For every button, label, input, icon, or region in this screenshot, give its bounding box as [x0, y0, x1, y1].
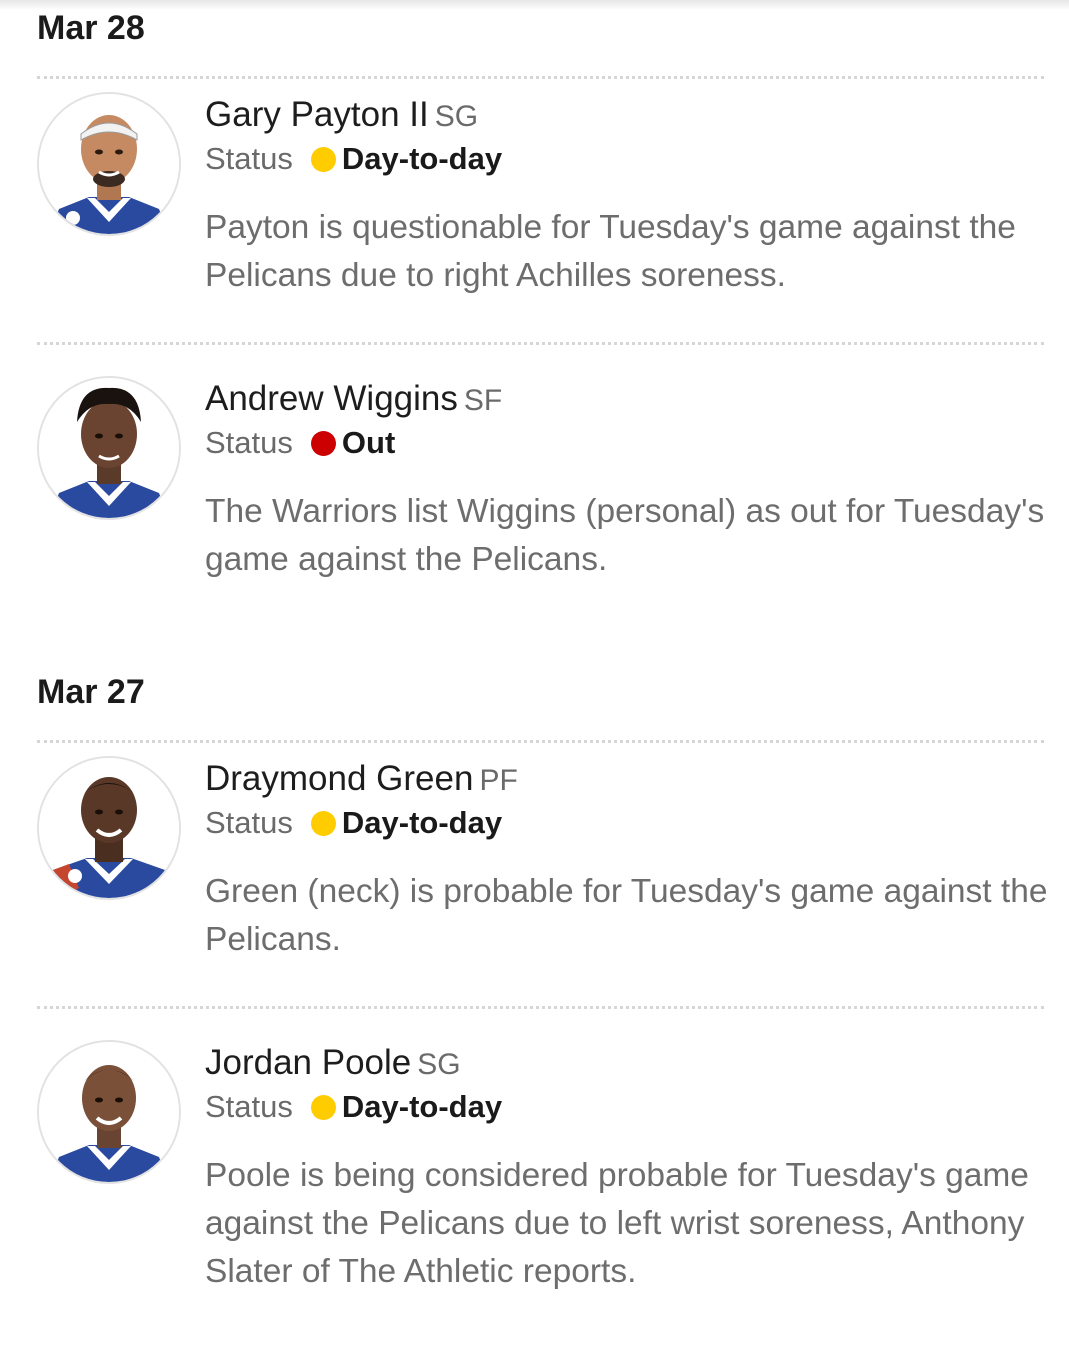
player-name[interactable]: Draymond Green	[205, 759, 473, 798]
status-line: Status Day-to-day	[205, 804, 502, 842]
injury-entry[interactable]: Draymond Green PF Status Day-to-day Green …	[37, 756, 1048, 1016]
status-dot-icon	[310, 1095, 336, 1120]
divider	[37, 1006, 1044, 1009]
status-line: Status Day-to-day	[205, 140, 502, 178]
status-value: Day-to-day	[341, 805, 503, 840]
player-avatar	[37, 1040, 181, 1184]
injury-note: Payton is questionable for Tuesday's gam…	[205, 209, 1016, 294]
status-label: Status	[205, 805, 293, 840]
injury-entry[interactable]: Jordan Poole SG Status Day-to-day Poole is…	[37, 1040, 1044, 1300]
status-dot-icon	[310, 147, 336, 172]
player-avatar	[37, 376, 181, 520]
player-name-line: Gary Payton II SG	[205, 94, 478, 138]
injury-entry[interactable]: Gary Payton II SG Status Day-to-day Payton…	[37, 92, 1044, 352]
section-date: Mar 28	[37, 9, 145, 47]
status-value: Day-to-day	[341, 141, 503, 176]
injury-note: Poole is being considered probable for T…	[205, 1157, 1029, 1290]
player-position: PF	[479, 764, 518, 797]
player-name[interactable]: Jordan Poole	[205, 1043, 411, 1082]
player-avatar	[37, 756, 181, 900]
status-value: Day-to-day	[341, 1089, 503, 1124]
player-position: SF	[463, 384, 503, 417]
status-dot-icon	[310, 431, 336, 456]
player-name-line: Andrew Wiggins SF	[205, 378, 502, 422]
injury-note: Green (neck) is probable for Tuesday's g…	[205, 873, 1048, 958]
player-avatar	[37, 92, 181, 236]
status-value: Out	[341, 425, 396, 460]
divider	[37, 342, 1044, 345]
status-label: Status	[205, 425, 293, 460]
injury-entry[interactable]: Andrew Wiggins SF Status Out The Warriors …	[37, 376, 1044, 636]
status-label: Status	[205, 1089, 293, 1124]
divider	[37, 740, 1044, 743]
status-line: Status Day-to-day	[205, 1088, 502, 1126]
injury-note: The Warriors list Wiggins (personal) as …	[205, 493, 1045, 578]
divider	[37, 76, 1044, 79]
status-dot-icon	[310, 811, 336, 836]
player-name-line: Jordan Poole SG	[205, 1042, 461, 1086]
player-name[interactable]: Gary Payton II	[205, 95, 429, 134]
player-name[interactable]: Andrew Wiggins	[205, 379, 458, 418]
status-line: Status Out	[205, 424, 395, 462]
top-shadow	[0, 0, 1069, 10]
player-position: SG	[434, 100, 479, 133]
player-name-line: Draymond Green PF	[205, 758, 518, 802]
player-position: SG	[417, 1048, 461, 1081]
section-date: Mar 27	[37, 673, 145, 711]
status-label: Status	[205, 141, 293, 176]
